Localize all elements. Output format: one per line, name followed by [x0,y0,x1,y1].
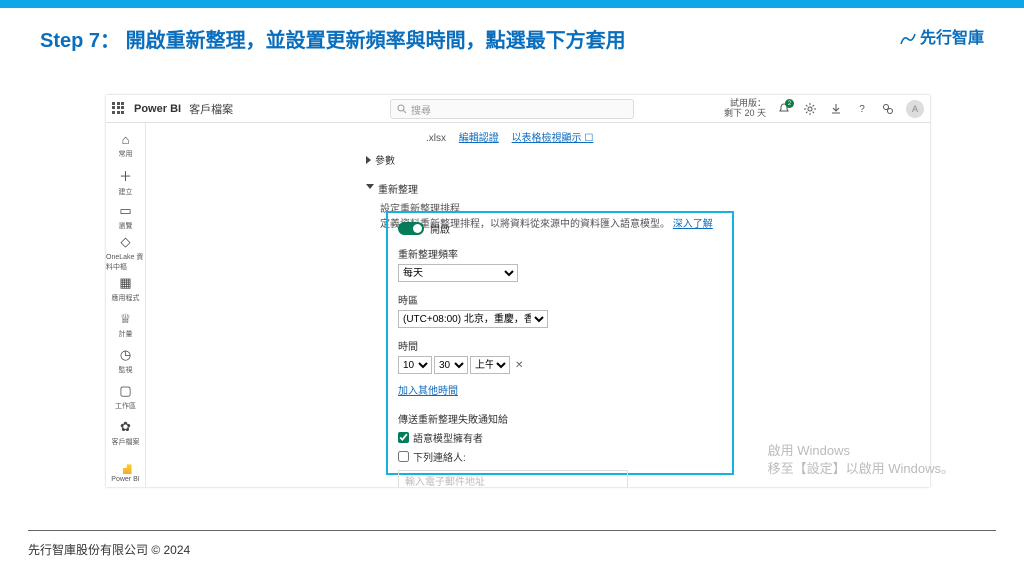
rail-create[interactable]: ＋建立 [106,163,145,199]
rail-customer[interactable]: ✿客戶檔案 [106,415,145,451]
workspace-name[interactable]: 客戶檔案 [189,101,233,117]
brand-icon [900,33,916,45]
copyright: 先行智庫股份有限公司 © 2024 [28,541,190,558]
notif-owner-checkbox[interactable]: 語意模型擁有者 [398,430,722,445]
time-ampm-select[interactable]: 上午 [470,356,510,374]
time-label: 時間 [398,338,722,353]
tz-select[interactable]: (UTC+08:00) 北京，重慶，香港特別行 [398,310,548,328]
rail-onelake[interactable]: ◇OneLake 資料中樞 [106,235,145,271]
rail-apps[interactable]: ▦應用程式 [106,271,145,307]
left-rail: ⌂常用 ＋建立 ▭瀏覽 ◇OneLake 資料中樞 ▦應用程式 ♕計量 ◷監視 … [106,123,146,487]
windows-watermark: 啟用 Windows移至【設定】以啟用 Windows。 [768,442,954,478]
contact-email-input[interactable]: 輸入電子郵件地址 [398,470,628,487]
remove-time-icon[interactable]: ✕ [515,360,523,371]
notification-badge: 2 [785,99,794,108]
feedback-icon[interactable] [880,101,896,117]
tz-label: 時區 [398,292,722,307]
notif-title: 傳送重新整理失敗通知給 [398,411,722,426]
waffle-icon[interactable] [112,102,126,116]
datasource-row: .xlsx 編輯認證 以表格檢視顯示 ☐ [426,129,910,144]
powerbi-window: Power BI 客戶檔案 搜尋 試用版：剩下 20 天 2 ? A ⌂常用 ＋… [106,95,930,487]
brand-logo: 先行智庫 [900,24,984,53]
section-params[interactable]: 參數 [366,152,910,167]
rail-powerbi[interactable]: Power BI [106,462,145,483]
add-time-link[interactable]: 加入其他時間 [398,382,458,397]
download-icon[interactable] [828,101,844,117]
edit-creds-link[interactable]: 編輯認證 [459,133,499,144]
rail-workspace[interactable]: ▢工作區 [106,379,145,415]
refresh-settings-panel: 開啟 重新整理頻率 每天 時區 (UTC+08:00) 北京，重慶，香港特別行 … [386,211,734,475]
toggle-label: 開啟 [430,221,450,236]
search-input[interactable]: 搜尋 [390,99,634,119]
powerbi-icon [120,462,132,474]
bell-icon[interactable]: 2 [776,101,792,117]
rail-metrics[interactable]: ♕計量 [106,307,145,343]
gear-icon[interactable] [802,101,818,117]
rail-monitor[interactable]: ◷監視 [106,343,145,379]
search-icon [397,104,407,114]
settings-content: .xlsx 編輯認證 以表格檢視顯示 ☐ 參數 重新整理 設定重新整理排程 定義… [146,123,930,487]
time-min-select[interactable]: 30 [434,356,468,374]
rail-home[interactable]: ⌂常用 [106,127,145,163]
freq-label: 重新整理頻率 [398,246,722,261]
trial-status: 試用版：剩下 20 天 [724,99,766,119]
app-title: Power BI [134,103,181,115]
time-hour-select[interactable]: 10 [398,356,432,374]
app-topbar: Power BI 客戶檔案 搜尋 試用版：剩下 20 天 2 ? A [106,95,930,123]
rail-browse[interactable]: ▭瀏覽 [106,199,145,235]
help-icon[interactable]: ? [854,101,870,117]
section-refresh[interactable]: 重新整理 [366,181,910,196]
freq-select[interactable]: 每天 [398,264,518,282]
notif-contacts-checkbox[interactable]: 下列連絡人: [398,449,722,464]
view-table-link[interactable]: 以表格檢視顯示 ☐ [512,133,594,144]
slide-title: Step 7： 開啟重新整理，並設置更新頻率與時間，點選最下方套用 [40,24,626,53]
refresh-toggle[interactable] [398,222,424,235]
avatar[interactable]: A [906,100,924,118]
